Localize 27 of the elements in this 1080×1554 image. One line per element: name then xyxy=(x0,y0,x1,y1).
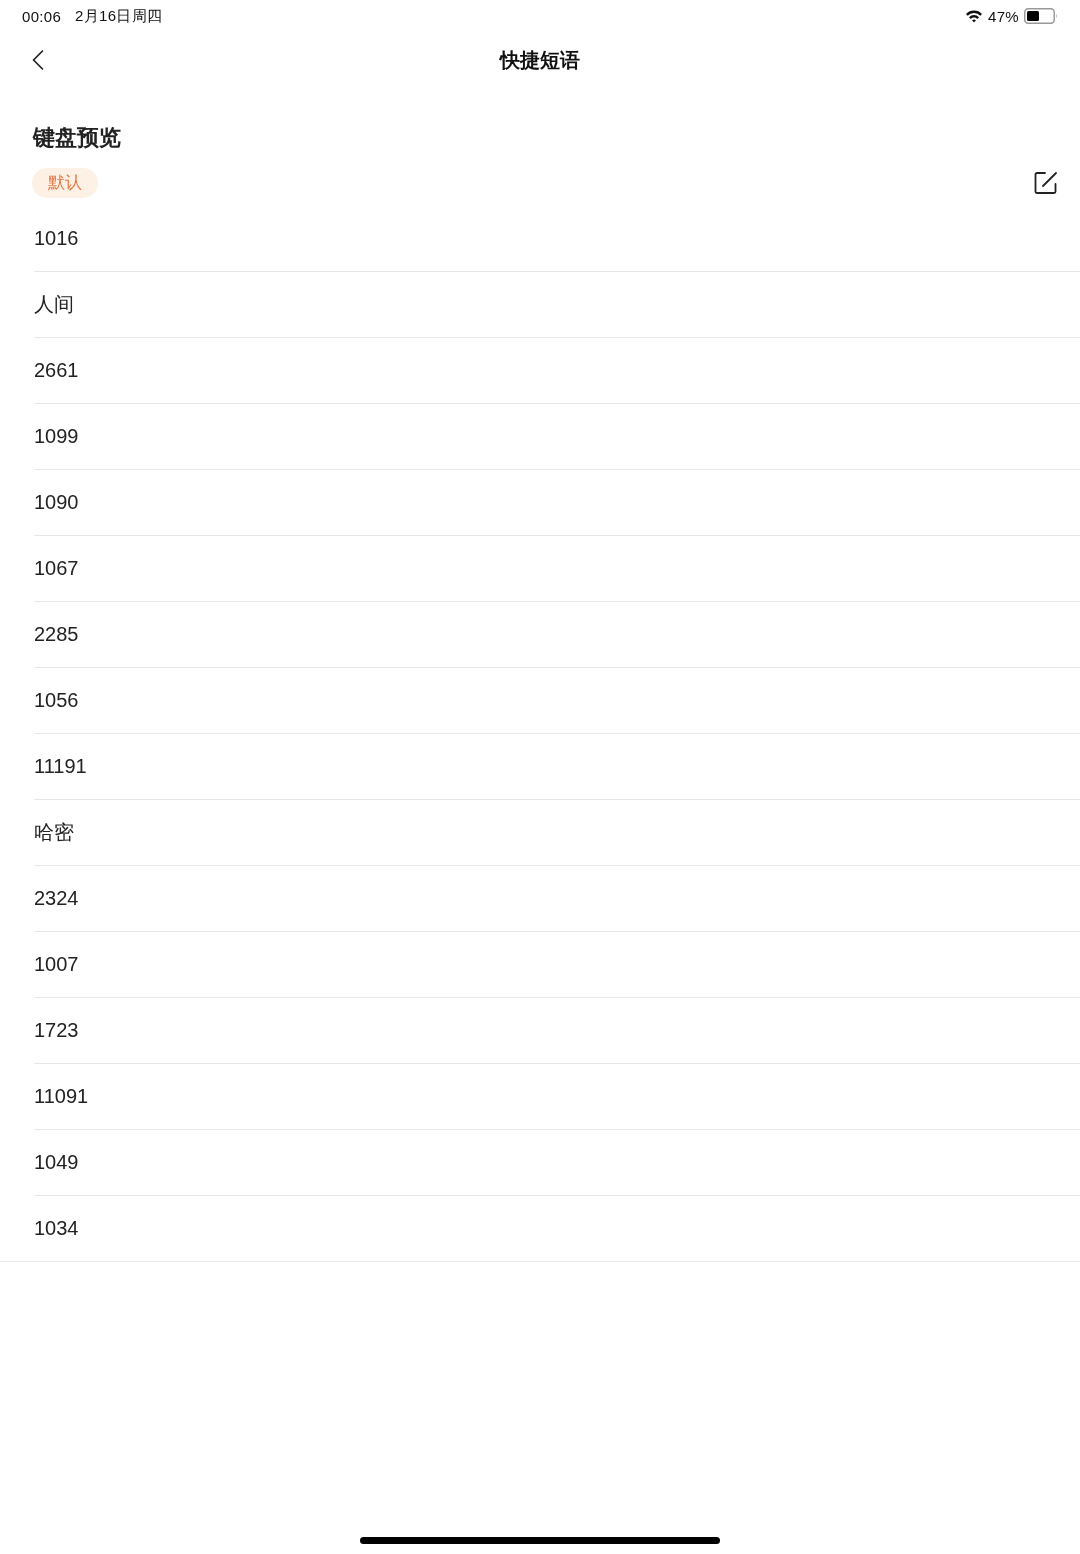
battery-percent: 47% xyxy=(988,7,1019,25)
phrase-item[interactable]: 1067 xyxy=(34,536,1080,602)
status-time: 00:06 xyxy=(22,7,62,25)
edit-button[interactable] xyxy=(1034,171,1058,195)
section-title: 键盘预览 xyxy=(33,124,121,152)
status-date: 2月16日周四 xyxy=(75,6,163,26)
phrase-item[interactable]: 哈密 xyxy=(34,800,1080,866)
back-icon xyxy=(32,50,44,70)
phrase-item[interactable]: 人间 xyxy=(34,272,1080,338)
phrase-item[interactable]: 11091 xyxy=(34,1064,1080,1130)
phrase-item[interactable]: 1034 xyxy=(34,1196,1080,1261)
phrase-item[interactable]: 11191 xyxy=(34,734,1080,800)
phrase-item[interactable]: 1723 xyxy=(34,998,1080,1064)
phrase-item[interactable]: 1049 xyxy=(34,1130,1080,1196)
default-tag: 默认 xyxy=(32,168,98,198)
phrase-item[interactable]: 1056 xyxy=(34,668,1080,734)
phrase-item[interactable]: 2661 xyxy=(34,338,1080,404)
edit-icon xyxy=(1034,171,1058,195)
phrase-item[interactable]: 1090 xyxy=(34,470,1080,536)
phrase-item[interactable]: 1099 xyxy=(34,404,1080,470)
phrase-item[interactable]: 1007 xyxy=(34,932,1080,998)
phrase-item[interactable]: 2285 xyxy=(34,602,1080,668)
phrase-item[interactable]: 1016 xyxy=(34,206,1080,272)
wifi-icon xyxy=(965,9,984,23)
phrase-item[interactable]: 2324 xyxy=(34,866,1080,932)
page-title: 快捷短语 xyxy=(500,48,580,73)
battery-icon xyxy=(1024,8,1058,24)
